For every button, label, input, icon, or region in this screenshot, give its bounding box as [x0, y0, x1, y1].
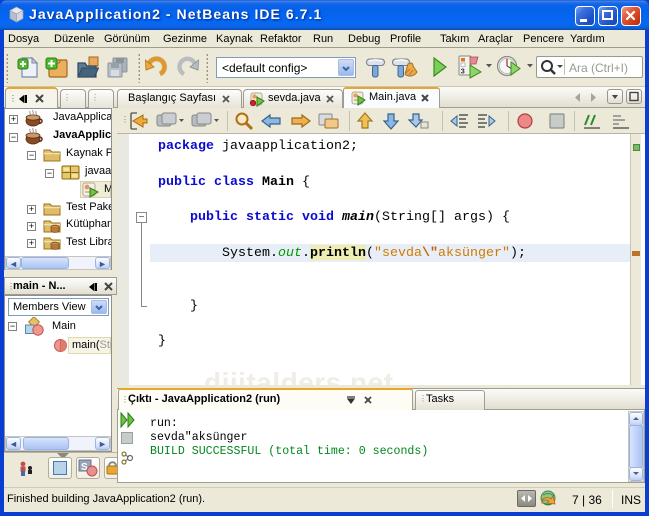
svg-text:3: 3: [461, 67, 465, 76]
